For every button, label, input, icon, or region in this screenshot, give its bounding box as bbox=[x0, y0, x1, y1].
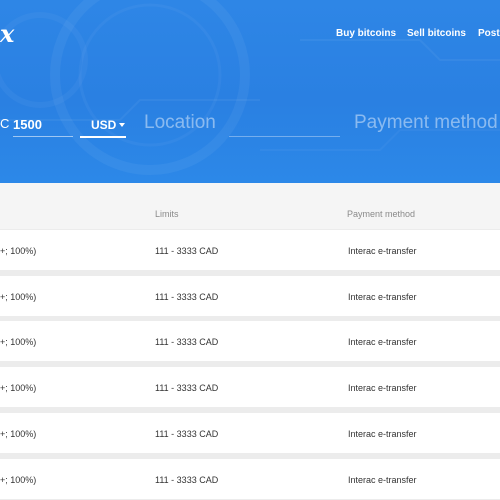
cell-payment-method: Interac e-transfer bbox=[348, 475, 417, 485]
caret-down-icon bbox=[119, 123, 125, 127]
amount-prefix-label: C bbox=[0, 116, 10, 131]
table-row[interactable]: +; 100%) 111 - 3333 CAD Interac e-transf… bbox=[0, 413, 500, 453]
cell-limits: 111 - 3333 CAD bbox=[155, 383, 219, 393]
table-row[interactable]: +; 100%) 111 - 3333 CAD Interac e-transf… bbox=[0, 321, 500, 361]
cell-price: +; 100%) bbox=[0, 246, 37, 256]
amount-input-underline bbox=[13, 136, 73, 137]
hero-banner: x Buy bitcoins Sell bitcoins Post A C 15… bbox=[0, 0, 500, 183]
column-header-limits: Limits bbox=[155, 209, 179, 219]
currency-select[interactable]: USD bbox=[80, 117, 126, 139]
brand-logo[interactable]: x bbox=[0, 22, 14, 46]
cell-payment-method: Interac e-transfer bbox=[348, 337, 417, 347]
cell-payment-method: Interac e-transfer bbox=[348, 383, 417, 393]
table-row[interactable]: +; 100%) 111 - 3333 CAD Interac e-transf… bbox=[0, 276, 500, 316]
cell-price: +; 100%) bbox=[0, 292, 37, 302]
table-row[interactable]: +; 100%) 111 - 3333 CAD Interac e-transf… bbox=[0, 230, 500, 270]
amount-input[interactable]: 1500 bbox=[13, 117, 42, 133]
cell-payment-method: Interac e-transfer bbox=[348, 429, 417, 439]
currency-value: USD bbox=[91, 118, 117, 132]
table-row[interactable]: +; 100%) 111 - 3333 CAD Interac e-transf… bbox=[0, 367, 500, 407]
cell-limits: 111 - 3333 CAD bbox=[155, 475, 219, 485]
cell-limits: 111 - 3333 CAD bbox=[155, 337, 219, 347]
cell-limits: 111 - 3333 CAD bbox=[155, 429, 219, 439]
payment-method-input[interactable]: Payment method bbox=[354, 111, 498, 135]
location-input-underline bbox=[229, 136, 340, 137]
column-header-payment-method: Payment method bbox=[347, 209, 416, 219]
cell-price: +; 100%) bbox=[0, 337, 37, 347]
table-row[interactable]: +; 100%) 111 - 3333 CAD Interac e-transf… bbox=[0, 459, 500, 499]
cell-limits: 111 - 3333 CAD bbox=[155, 246, 219, 256]
table-header: Limits Payment method bbox=[0, 183, 500, 229]
nav-sell-bitcoins[interactable]: Sell bitcoins bbox=[407, 28, 466, 40]
cell-payment-method: Interac e-transfer bbox=[348, 246, 417, 256]
location-input[interactable]: Location bbox=[144, 111, 340, 137]
cell-limits: 111 - 3333 CAD bbox=[155, 292, 219, 302]
nav-buy-bitcoins[interactable]: Buy bitcoins bbox=[336, 28, 396, 40]
cell-price: +; 100%) bbox=[0, 383, 37, 393]
nav-post-ad[interactable]: Post A bbox=[478, 28, 500, 40]
cell-payment-method: Interac e-transfer bbox=[348, 292, 417, 302]
currency-underline bbox=[80, 136, 126, 138]
cell-price: +; 100%) bbox=[0, 429, 37, 439]
cell-price: +; 100%) bbox=[0, 475, 37, 485]
